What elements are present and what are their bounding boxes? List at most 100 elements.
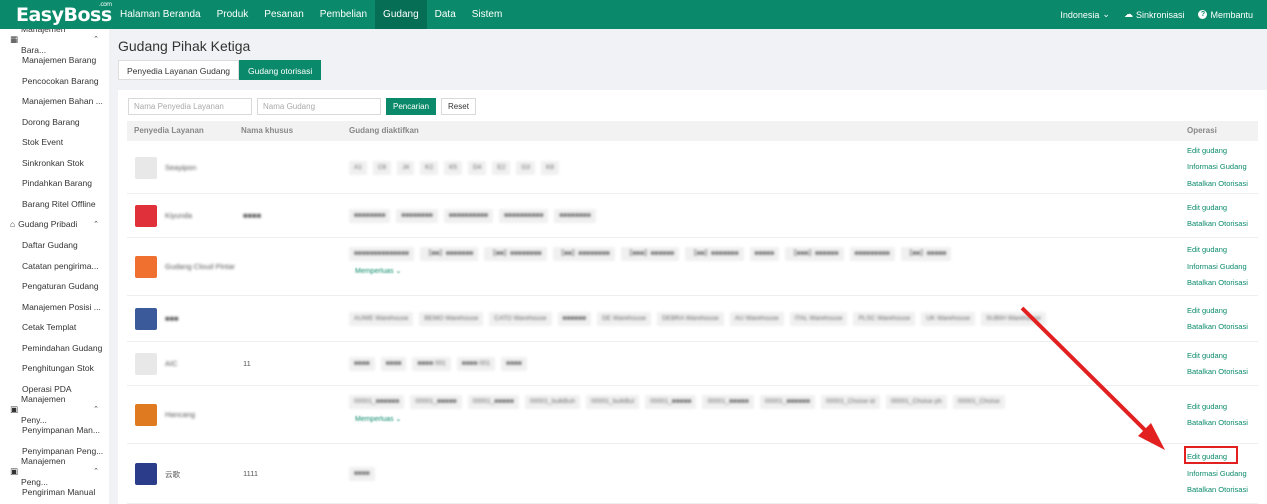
language-label: Indonesia: [1060, 9, 1100, 20]
nav-pembelian[interactable]: Pembelian: [312, 0, 375, 29]
sidebar: ▦Manajemen Bara...⌃ Manajemen Barang Pen…: [0, 29, 109, 504]
revoke-authorization-link[interactable]: Batalkan Otorisasi: [1187, 364, 1248, 381]
top-navbar: EasyBoss .com Halaman Beranda Produk Pesa…: [0, 0, 1267, 29]
header-provider: Penyedia Layanan: [134, 126, 204, 135]
warehouse-chip: ■■■■■■■■: [349, 209, 391, 223]
warehouse-chip-list: ■■■■ ■■■■ ■■■■ 001 ■■■■ 001 ■■■■: [349, 357, 1169, 371]
warehouse-chip: C6: [372, 160, 392, 175]
warehouse-info-link[interactable]: Informasi Gudang: [1187, 466, 1248, 483]
warehouse-chip: 00001_Choise id: [821, 395, 880, 409]
provider-logo: [135, 205, 157, 227]
warehouse-chip: K8: [540, 160, 559, 175]
revoke-authorization-link[interactable]: Batalkan Otorisasi: [1187, 216, 1248, 233]
warehouse-chip: 【■■】■■■■■: [900, 247, 952, 261]
sidebar-item[interactable]: Manajemen Barang: [0, 50, 109, 71]
edit-warehouse-link[interactable]: Edit gudang: [1187, 303, 1248, 320]
warehouse-chip: ITAL Warehouse: [789, 312, 848, 326]
sidebar-item[interactable]: Pindahkan Barang: [0, 173, 109, 194]
edit-warehouse-link[interactable]: Edit gudang: [1187, 399, 1248, 416]
warehouse-chip: 00001_■■■■■: [467, 395, 519, 409]
warehouse-chip: 【■■】■■■■■■■: [685, 247, 744, 261]
table-row: Hancang 00001_■■■■■■ 00001_■■■■■ 00001_■■■■…: [127, 386, 1258, 444]
warehouse-chip: 【■■■】■■■■■■: [620, 247, 680, 261]
sidebar-item[interactable]: Pengaturan Gudang: [0, 276, 109, 297]
warehouse-chip: BEMO Warehouse: [419, 312, 484, 326]
sidebar-item[interactable]: Daftar Gudang: [0, 235, 109, 256]
sidebar-item[interactable]: Penghitungan Stok: [0, 358, 109, 379]
provider-name: ■■■: [165, 314, 179, 323]
sidebar-item[interactable]: Dorong Barang: [0, 112, 109, 133]
page-title: Gudang Pihak Ketiga: [118, 38, 251, 54]
warehouse-name-input[interactable]: Nama Gudang: [257, 98, 381, 115]
warehouse-chip: 00001_■■■■■: [645, 395, 697, 409]
sidebar-group-penyimpanan[interactable]: ▣ Manajemen Peny... ⌃: [0, 394, 109, 425]
sidebar-item[interactable]: Manajemen Posisi ...: [0, 297, 109, 318]
warehouse-chip: DE Warehouse: [597, 312, 651, 326]
revoke-authorization-link[interactable]: Batalkan Otorisasi: [1187, 176, 1248, 193]
warehouse-icon: ⌂: [10, 219, 16, 229]
sidebar-group-pengiriman[interactable]: ▣ Manajemen Peng... ⌃: [0, 456, 109, 487]
nav-data[interactable]: Data: [427, 0, 464, 29]
provider-name: Gudang Cloud Pintar: [165, 262, 236, 271]
expand-link[interactable]: Memperluas ⌄: [355, 415, 401, 423]
header-operations: Operasi: [1187, 126, 1217, 135]
sidebar-item[interactable]: Pemindahan Gudang: [0, 338, 109, 359]
nav-gudang[interactable]: Gudang: [375, 0, 427, 29]
sidebar-item[interactable]: Sinkronkan Stok: [0, 153, 109, 174]
chevron-up-icon: ⌃: [93, 221, 99, 228]
cloud-icon: ☁: [1123, 9, 1133, 19]
reset-button[interactable]: Reset: [441, 98, 476, 115]
highlight-box: [1184, 446, 1238, 464]
language-selector[interactable]: Indonesia ⌄: [1060, 9, 1110, 20]
warehouse-chip: 【■■】■■■■■■■■: [484, 247, 547, 261]
warehouse-chip: CATO Warehouse: [489, 312, 552, 326]
sync-label: Sinkronisasi: [1135, 9, 1185, 20]
provider-name-input[interactable]: Nama Penyedia Layanan: [128, 98, 252, 115]
sync-button[interactable]: ☁ Sinkronisasi: [1124, 9, 1185, 20]
nav-halaman-beranda[interactable]: Halaman Beranda: [112, 0, 209, 29]
provider-logo: [135, 463, 157, 485]
provider-logo: [135, 308, 157, 330]
sidebar-item[interactable]: Cetak Templat: [0, 317, 109, 338]
revoke-authorization-link[interactable]: Batalkan Otorisasi: [1187, 275, 1248, 292]
sidebar-group-barang[interactable]: ▦Manajemen Bara...⌃: [0, 29, 109, 55]
edit-warehouse-link[interactable]: Edit gudang: [1187, 348, 1248, 365]
revoke-authorization-link[interactable]: Batalkan Otorisasi: [1187, 415, 1248, 432]
sidebar-item[interactable]: Catatan pengirima...: [0, 256, 109, 277]
sidebar-group-gudang-pribadi[interactable]: ⌂ Gudang Pribadi ⌃: [0, 214, 109, 235]
provider-logo: [135, 353, 157, 375]
table-row: 云歌 1111 ■■■■ Edit gudang Informasi Gudang Bat…: [127, 444, 1258, 504]
search-button[interactable]: Pencarian: [386, 98, 437, 115]
warehouse-chip: ■■■■■■■■: [396, 209, 438, 223]
sidebar-item[interactable]: Barang Ritel Offline: [0, 194, 109, 215]
tab-penyedia-layanan[interactable]: Penyedia Layanan Gudang: [118, 60, 240, 80]
edit-warehouse-link[interactable]: Edit gudang: [1187, 242, 1248, 259]
warehouse-info-link[interactable]: Informasi Gudang: [1187, 159, 1248, 176]
tab-gudang-otorisasi[interactable]: Gudang otorisasi: [239, 60, 322, 80]
main-nav: Halaman Beranda Produk Pesanan Pembelian…: [112, 0, 510, 29]
table-row: AIC 11 ■■■■ ■■■■ ■■■■ 001 ■■■■ 001 ■■■■ Edit gu…: [127, 342, 1258, 386]
warehouse-chip: ■■■■ 001: [456, 357, 496, 371]
help-button[interactable]: ? Membantu: [1198, 10, 1253, 20]
warehouse-chip: 00001_Choise: [952, 395, 1005, 409]
warehouse-info-link[interactable]: Informasi Gudang: [1187, 259, 1248, 276]
nav-sistem[interactable]: Sistem: [464, 0, 511, 29]
nav-pesanan[interactable]: Pesanan: [256, 0, 311, 29]
expand-link[interactable]: Memperluas ⌄: [355, 267, 401, 275]
table-row: Kiyunda ■■■■ ■■■■■■■■ ■■■■■■■■ ■■■■■■■■■■ ■■■…: [127, 194, 1258, 238]
warehouse-chip: 【■■】■■■■■■■: [419, 247, 479, 261]
warehouse-chip: 00001_■■■■■: [702, 395, 754, 409]
revoke-authorization-link[interactable]: Batalkan Otorisasi: [1187, 319, 1248, 336]
revoke-authorization-link[interactable]: Batalkan Otorisasi: [1187, 482, 1248, 499]
sidebar-item[interactable]: Penyimpanan Man...: [0, 420, 109, 441]
easyboss-logo[interactable]: EasyBoss .com: [16, 1, 112, 26]
edit-warehouse-link[interactable]: Edit gudang: [1187, 143, 1248, 160]
warehouse-chip: AU Warehouse: [729, 312, 784, 326]
nav-produk[interactable]: Produk: [209, 0, 257, 29]
sidebar-item[interactable]: Manajemen Bahan ...: [0, 91, 109, 112]
sidebar-item[interactable]: Stok Event: [0, 132, 109, 153]
sidebar-item[interactable]: Pencocokan Barang: [0, 71, 109, 92]
warehouse-chip: ■■■■: [380, 357, 407, 371]
sidebar-item[interactable]: Pengiriman Manual: [0, 482, 109, 503]
edit-warehouse-link[interactable]: Edit gudang: [1187, 200, 1248, 217]
